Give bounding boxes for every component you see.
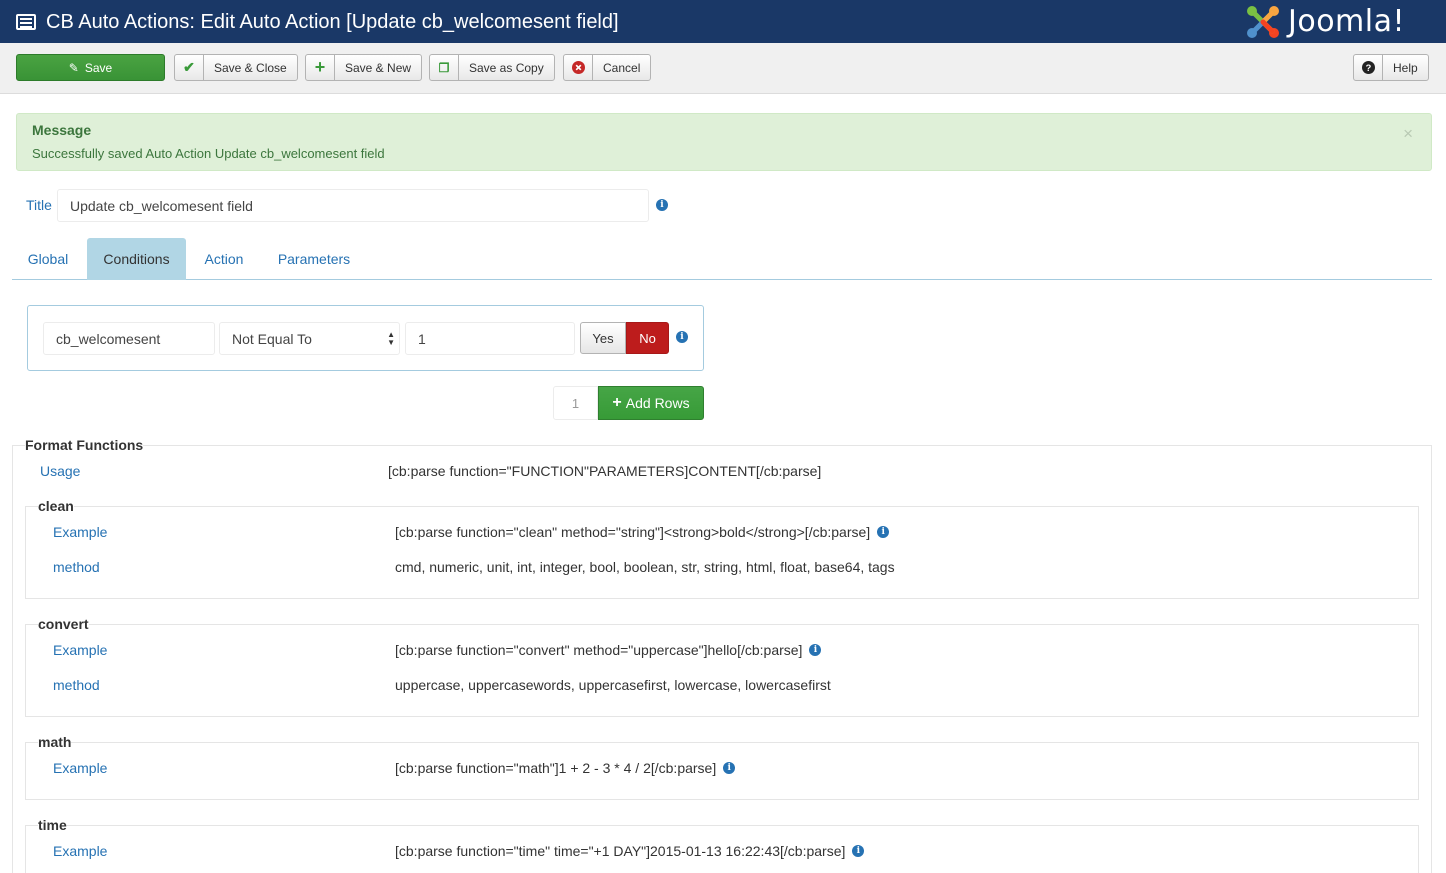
question-icon: ?	[1354, 55, 1383, 80]
plus-icon: +	[612, 394, 622, 411]
condition-operator-value: Not Equal To	[232, 330, 312, 347]
info-icon[interactable]: i	[852, 845, 865, 857]
convert-fieldset	[25, 624, 1419, 717]
example-label: Example	[53, 760, 108, 776]
question-svg: ?	[1361, 61, 1375, 74]
save-button[interactable]: ✎ Save	[16, 54, 165, 81]
clean-example-text: [cb:parse function="clean" method="strin…	[395, 524, 871, 540]
info-icon[interactable]: i	[877, 526, 890, 538]
info-icon[interactable]: i	[809, 644, 822, 656]
clean-legend: clean	[38, 498, 74, 514]
message-heading: Message	[32, 122, 92, 138]
save-new-label: Save & New	[345, 60, 412, 75]
convert-method: uppercase, uppercasewords, uppercasefirs…	[395, 677, 831, 693]
row-count-input[interactable]: 1	[553, 386, 598, 420]
save-new-button[interactable]: + Save & New	[305, 54, 423, 81]
close-icon[interactable]: ×	[1403, 124, 1413, 144]
example-label: Example	[53, 843, 108, 859]
tab-conditions[interactable]: Conditions	[87, 238, 186, 280]
condition-value-input[interactable]: 1	[405, 322, 575, 355]
convert-example: [cb:parse function="convert" method="upp…	[395, 642, 822, 658]
save-close-label: Save & Close	[214, 60, 287, 75]
edit-icon: ✎	[68, 60, 79, 75]
success-message: Message Successfully saved Auto Action U…	[16, 113, 1432, 171]
math-legend: math	[38, 734, 72, 750]
cancel-circle-svg	[571, 61, 585, 74]
help-button[interactable]: ? Help	[1353, 54, 1429, 81]
clean-example: [cb:parse function="clean" method="strin…	[395, 524, 890, 540]
math-example: [cb:parse function="math"]1 + 2 - 3 * 4 …	[395, 760, 736, 776]
joomla-logo-icon	[1247, 6, 1279, 38]
app-header: CB Auto Actions: Edit Auto Action [Updat…	[0, 0, 1446, 43]
title-input[interactable]: Update cb_welcomesent field	[57, 189, 649, 222]
copy-icon: ❐	[430, 55, 459, 80]
example-label: Example	[53, 642, 108, 658]
plus-icon: +	[306, 55, 335, 80]
svg-text:?: ?	[1365, 63, 1371, 73]
usage-value: [cb:parse function="FUNCTION"PARAMETERS]…	[388, 463, 822, 479]
format-functions-legend: Format Functions	[25, 437, 144, 453]
cancel-label: Cancel	[603, 60, 641, 75]
add-rows-label: Add Rows	[625, 395, 690, 411]
usage-label: Usage	[40, 463, 81, 479]
save-copy-button[interactable]: ❐ Save as Copy	[429, 54, 555, 81]
clean-method: cmd, numeric, unit, int, integer, bool, …	[395, 559, 895, 575]
title-label: Title	[26, 197, 52, 213]
method-label: method	[53, 559, 100, 575]
tab-global[interactable]: Global	[12, 238, 84, 280]
example-label: Example	[53, 524, 108, 540]
check-icon: ✔	[175, 55, 204, 80]
method-label: method	[53, 677, 100, 693]
cancel-circle-icon	[564, 55, 593, 80]
select-arrows-icon: ▲ ▼	[387, 330, 395, 347]
convert-example-text: [cb:parse function="convert" method="upp…	[395, 642, 803, 658]
info-icon[interactable]: i	[676, 331, 688, 343]
toolbar: ✎ Save ✔ Save & Close + Save & New ❐ Sav…	[0, 43, 1446, 94]
tab-action[interactable]: Action	[192, 238, 256, 280]
clean-fieldset	[25, 506, 1419, 599]
condition-row: cb_welcomesent Not Equal To ▲ ▼ 1 Yes No …	[27, 305, 704, 371]
page-title: CB Auto Actions: Edit Auto Action [Updat…	[46, 11, 619, 33]
math-example-text: [cb:parse function="math"]1 + 2 - 3 * 4 …	[395, 760, 717, 776]
joomla-logo-text: Joomla!	[1288, 4, 1406, 39]
joomla-logo[interactable]: Joomla!	[1244, 3, 1434, 41]
tab-bar: Global Conditions Action Parameters	[12, 238, 1432, 280]
time-example-text: [cb:parse function="time" time="+1 DAY"]…	[395, 843, 846, 859]
condition-field-input[interactable]: cb_welcomesent	[43, 322, 215, 355]
condition-operator-select[interactable]: Not Equal To ▲ ▼	[219, 322, 400, 355]
save-close-button[interactable]: ✔ Save & Close	[174, 54, 298, 81]
add-rows-button[interactable]: + Add Rows	[598, 386, 704, 420]
no-toggle[interactable]: No	[626, 322, 669, 354]
save-copy-label: Save as Copy	[469, 60, 544, 75]
save-button-label: Save	[84, 60, 113, 75]
message-body: Successfully saved Auto Action Update cb…	[32, 146, 385, 161]
info-icon[interactable]: i	[723, 762, 736, 774]
info-icon[interactable]: i	[656, 199, 668, 211]
time-legend: time	[38, 817, 67, 833]
tab-parameters[interactable]: Parameters	[266, 238, 362, 280]
yes-toggle[interactable]: Yes	[580, 322, 626, 354]
convert-legend: convert	[38, 616, 89, 632]
time-example: [cb:parse function="time" time="+1 DAY"]…	[395, 843, 865, 859]
help-label: Help	[1393, 60, 1418, 75]
list-icon	[16, 14, 36, 30]
cancel-button[interactable]: Cancel	[563, 54, 652, 81]
